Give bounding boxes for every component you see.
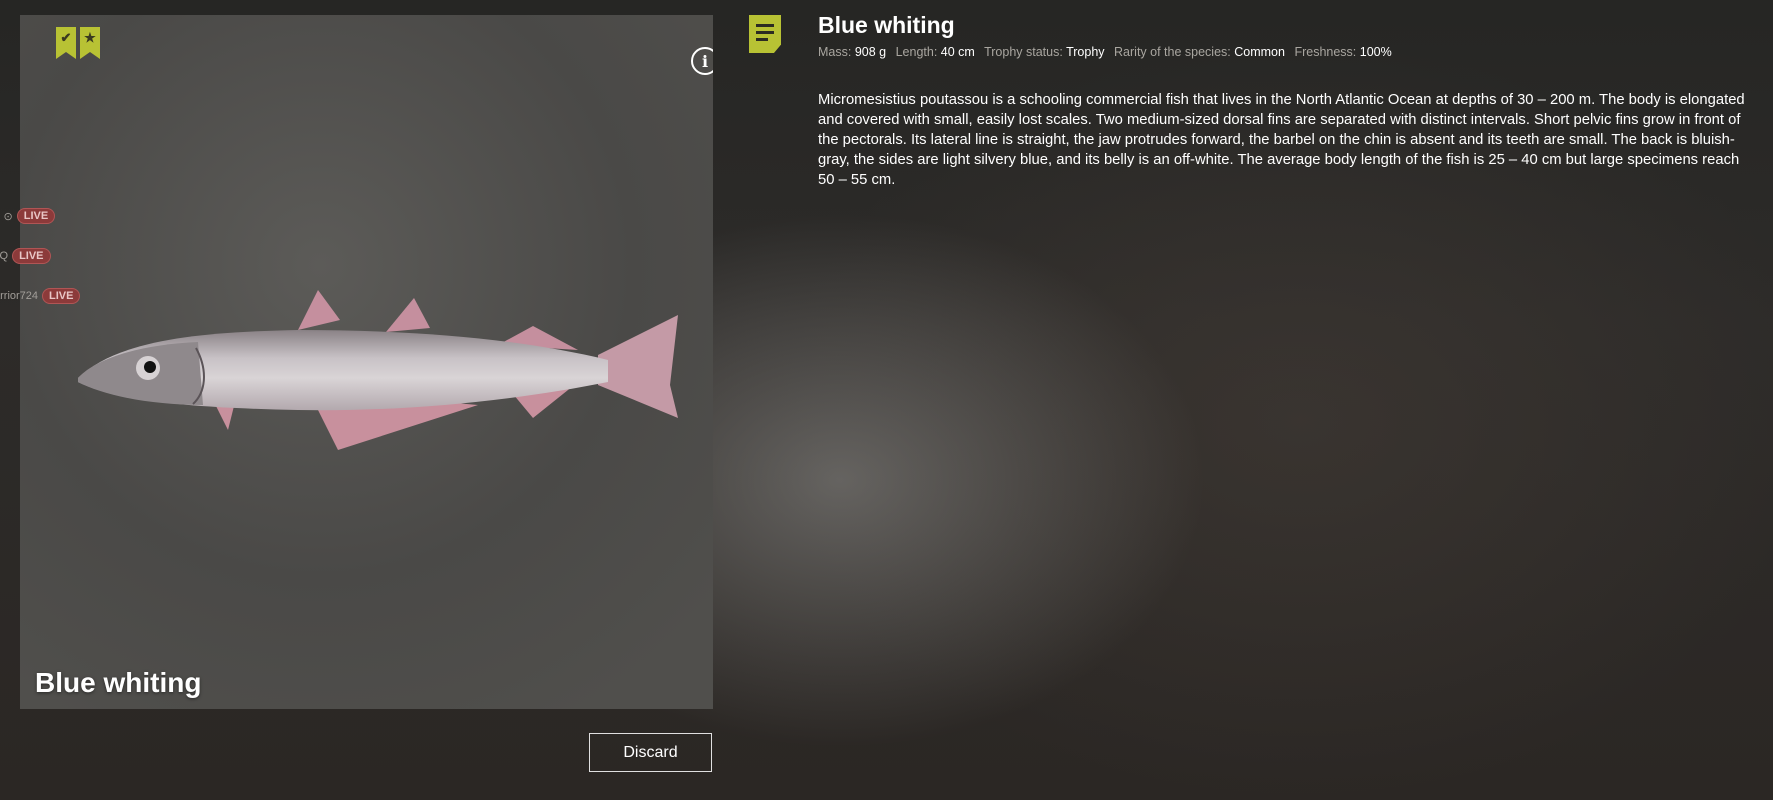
live-stream-item[interactable]: y ⊙ LIVE — [0, 207, 56, 225]
document-icon — [749, 15, 781, 53]
length-label: Length: — [895, 45, 938, 59]
live-stream-item[interactable]: arrior724 LIVE — [0, 287, 81, 305]
mass-label: Mass: — [818, 45, 852, 59]
live-badge: LIVE — [12, 248, 51, 264]
eye-icon: ⊙ — [3, 210, 13, 223]
mass-value: 908 g — [854, 45, 887, 59]
trophy-label: Trophy status: — [984, 45, 1063, 59]
fish-stats: Mass: 908 g Length: 40 cm Trophy status:… — [818, 45, 1748, 59]
live-badge: LIVE — [42, 288, 81, 304]
star-icon: ★ — [80, 27, 100, 59]
checkmark-icon: ✔ — [56, 27, 76, 59]
live-badge: LIVE — [16, 208, 56, 224]
rarity-value: Common — [1234, 45, 1285, 59]
live-stream-item[interactable]: yQ LIVE — [0, 247, 51, 265]
streamer-name: yQ — [0, 250, 9, 262]
rarity-label: Rarity of the species: — [1114, 45, 1231, 59]
streamer-name: arrior724 — [0, 290, 39, 302]
freshness-label: Freshness: — [1294, 45, 1357, 59]
status-bookmarks: ✔ ★ — [56, 27, 100, 59]
fish-photo-panel: ✔ ★ i Blue whiting — [20, 15, 713, 709]
panel-fish-name: Blue whiting — [35, 667, 202, 698]
fish-details: Blue whiting Mass: 908 g Length: 40 cm T… — [818, 12, 1748, 190]
fish-description: Micromesistius poutassou is a schooling … — [818, 92, 1745, 188]
length-value: 40 cm — [940, 45, 975, 59]
discard-button[interactable]: Discard — [589, 733, 712, 772]
fish-image — [78, 290, 678, 450]
trophy-value: Trophy — [1066, 45, 1105, 59]
freshness-value: 100% — [1359, 45, 1392, 59]
info-icon[interactable]: i — [691, 47, 713, 75]
fish-title: Blue whiting — [818, 12, 955, 38]
